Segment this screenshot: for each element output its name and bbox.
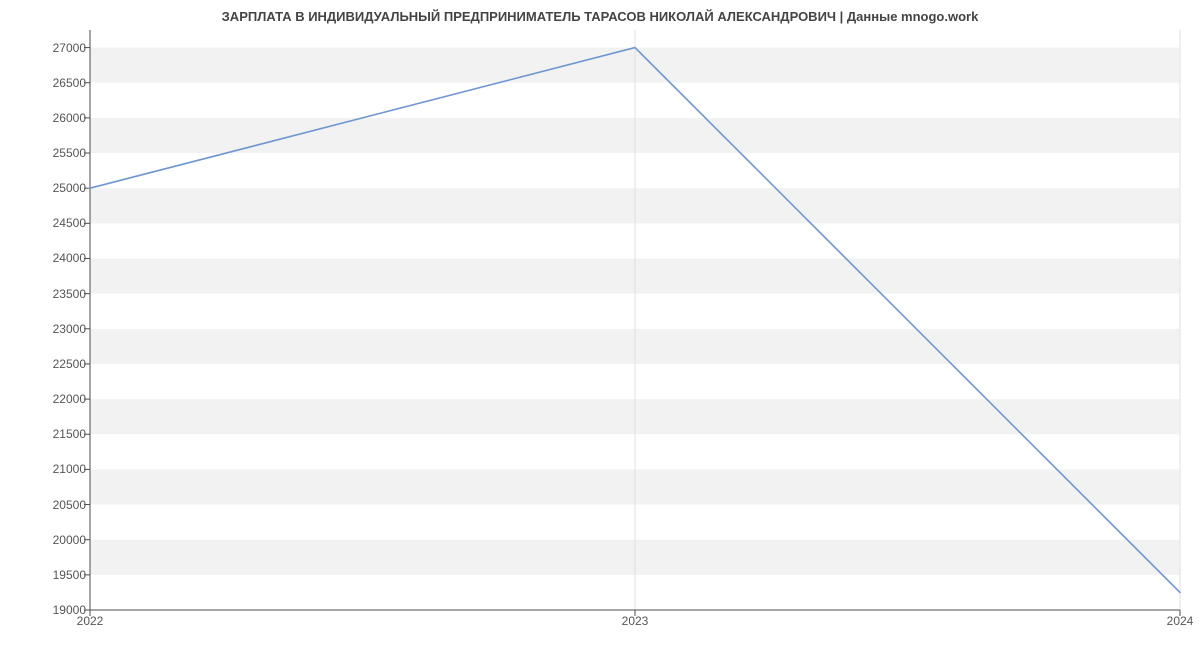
y-tick-label: 22500 xyxy=(6,357,86,371)
x-tick-label: 2024 xyxy=(1167,614,1194,628)
y-tick-label: 24500 xyxy=(6,216,86,230)
plot-area xyxy=(90,30,1180,610)
y-tick-label: 25500 xyxy=(6,146,86,160)
x-tick-label: 2023 xyxy=(622,614,649,628)
salary-line-chart: ЗАРПЛАТА В ИНДИВИДУАЛЬНЫЙ ПРЕДПРИНИМАТЕЛ… xyxy=(0,0,1200,650)
y-tick-label: 23500 xyxy=(6,287,86,301)
y-tick-label: 20500 xyxy=(6,498,86,512)
y-tick-label: 20000 xyxy=(6,533,86,547)
y-tick-label: 23000 xyxy=(6,322,86,336)
y-tick-label: 19000 xyxy=(6,603,86,617)
chart-svg xyxy=(90,30,1180,610)
y-tick-label: 26000 xyxy=(6,111,86,125)
y-tick-label: 22000 xyxy=(6,392,86,406)
y-tick-label: 27000 xyxy=(6,41,86,55)
y-tick-label: 19500 xyxy=(6,568,86,582)
y-tick-label: 21500 xyxy=(6,427,86,441)
y-tick-label: 25000 xyxy=(6,181,86,195)
y-tick-label: 21000 xyxy=(6,462,86,476)
x-tick-label: 2022 xyxy=(77,614,104,628)
y-tick-label: 26500 xyxy=(6,76,86,90)
y-tick-label: 24000 xyxy=(6,251,86,265)
chart-title: ЗАРПЛАТА В ИНДИВИДУАЛЬНЫЙ ПРЕДПРИНИМАТЕЛ… xyxy=(0,0,1200,30)
